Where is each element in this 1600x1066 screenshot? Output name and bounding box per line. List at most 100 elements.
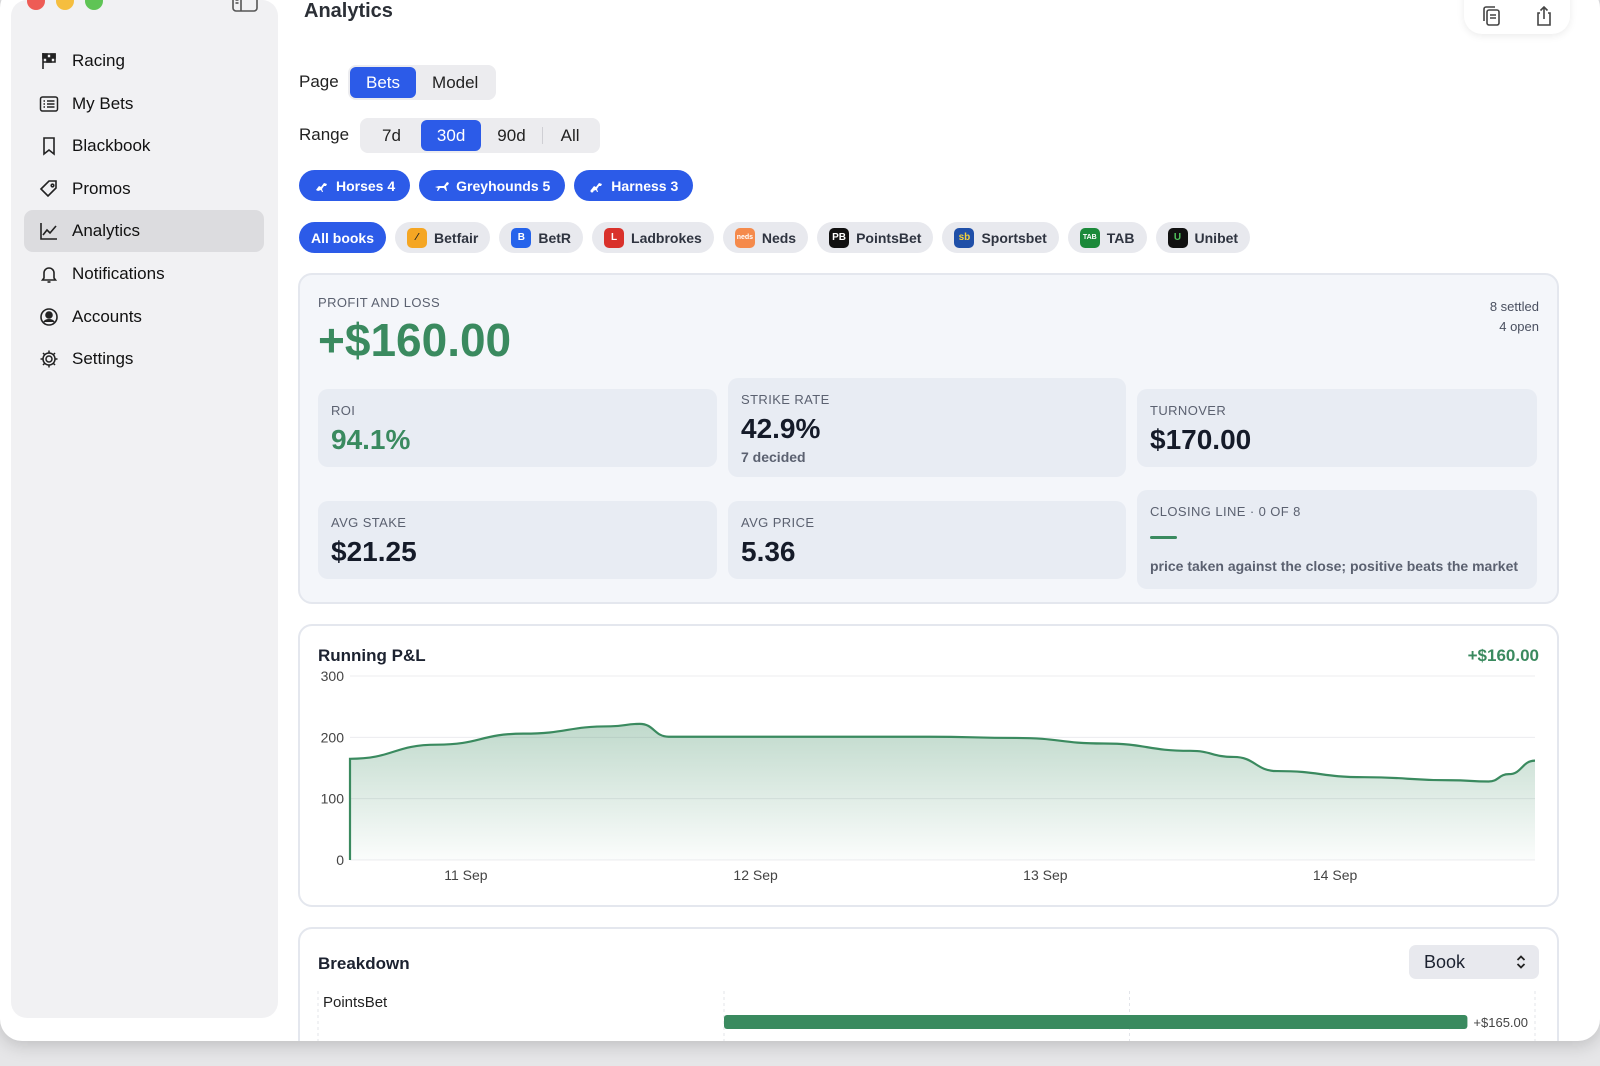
- share-icon[interactable]: [1532, 4, 1556, 28]
- breakdown-chart: PointsBet +$165.00: [317, 991, 1536, 1041]
- sidebar-item-promos[interactable]: Promos: [24, 168, 264, 210]
- tab-logo-icon: TAB: [1079, 227, 1100, 248]
- sidebar-item-label: Racing: [72, 51, 125, 70]
- stat-label: AVG STAKE: [331, 515, 407, 530]
- chip-sportsbet[interactable]: sb Sportsbet: [942, 222, 1059, 253]
- sidebar-toggle-icon[interactable]: [232, 0, 258, 12]
- chip-label: Ladbrokes: [631, 229, 702, 246]
- chip-greyhounds[interactable]: Greyhounds 5: [419, 170, 566, 201]
- close-window-button[interactable]: [27, 0, 45, 10]
- chip-label: All books: [311, 229, 375, 246]
- sidebar-item-label: Notifications: [72, 263, 165, 283]
- zoom-window-button[interactable]: [85, 0, 103, 10]
- minimize-window-button[interactable]: [56, 0, 74, 10]
- sidebar-item-my-bets[interactable]: My Bets: [24, 83, 264, 125]
- stat-avg-stake: AVG STAKE $21.25: [318, 501, 717, 579]
- chip-betr[interactable]: B BetR: [499, 222, 584, 253]
- copy-icon[interactable]: [1479, 4, 1503, 28]
- range-label: Range: [299, 125, 350, 144]
- main-content: Analytics Page Bets Model Range 7d 30d 9…: [278, 0, 1600, 1041]
- horse-icon: [316, 182, 327, 192]
- sidebar-item-label: My Bets: [72, 93, 134, 113]
- chip-label: Unibet: [1194, 229, 1239, 246]
- running-pl-title: Running P&L: [318, 646, 426, 665]
- sidebar: Racing My Bets Blackbook Promos Analytic…: [11, 0, 278, 1018]
- x-tick-label: 12 Sep: [733, 867, 778, 883]
- bell-icon: [40, 267, 58, 283]
- sidebar-item-racing[interactable]: Racing: [24, 40, 264, 82]
- settled-summary: 8 settled 4 open: [1490, 297, 1539, 337]
- chip-label: Harness 3: [611, 177, 679, 194]
- chip-label: Greyhounds 5: [456, 177, 551, 194]
- area-fill: [350, 723, 1535, 860]
- stat-sub: 7 decided: [741, 449, 806, 465]
- chip-harness[interactable]: Harness 3: [574, 170, 694, 201]
- chip-ladbrokes[interactable]: L Ladbrokes: [592, 222, 714, 253]
- sidebar-item-settings[interactable]: Settings: [24, 338, 264, 380]
- stat-value: 42.9%: [741, 413, 821, 444]
- chip-all-books[interactable]: All books: [299, 222, 387, 253]
- sidebar-item-notifications[interactable]: Notifications: [24, 253, 264, 295]
- stat-label: CLOSING LINE · 0 OF 8: [1150, 504, 1301, 519]
- chip-label: PointsBet: [856, 229, 922, 246]
- y-tick-label: 100: [321, 791, 345, 807]
- running-pl-chart: 0 100 200 300 11 Sep 12 Sep 13 Sep 14 Sep: [321, 668, 1536, 883]
- breakdown-value-label: +$165.00: [1473, 1015, 1528, 1030]
- chip-label: Sportsbet: [981, 229, 1047, 246]
- sidebar-nav: Racing My Bets Blackbook Promos Analytic…: [24, 40, 264, 381]
- chip-betfair[interactable]: ⁄ Betfair: [395, 222, 491, 253]
- window-controls: [27, 0, 103, 10]
- sidebar-item-accounts[interactable]: Accounts: [24, 296, 264, 338]
- stat-label: ROI: [331, 403, 356, 418]
- page-label: Page: [299, 72, 339, 91]
- breakdown-title: Breakdown: [318, 954, 410, 973]
- stat-sub: price taken against the close; positive …: [1150, 558, 1519, 574]
- breakdown-group-select[interactable]: Book: [1409, 945, 1539, 979]
- chip-pointsbet[interactable]: PB PointsBet: [817, 222, 934, 253]
- stat-avg-price: AVG PRICE 5.36: [728, 501, 1126, 579]
- x-tick-label: 11 Sep: [444, 867, 488, 883]
- greyhound-icon: [435, 181, 450, 191]
- chip-label: BetR: [538, 229, 572, 246]
- chip-label: Betfair: [434, 229, 479, 246]
- sidebar-item-analytics[interactable]: Analytics: [24, 210, 264, 253]
- stat-strike-rate: STRIKE RATE 42.9% 7 decided: [728, 378, 1126, 477]
- y-tick-label: 300: [321, 668, 345, 684]
- neds-logo-icon: neds: [734, 227, 755, 248]
- person-circle-icon: [40, 307, 58, 326]
- chip-tab[interactable]: TAB TAB: [1067, 222, 1147, 253]
- x-tick-label: 14 Sep: [1313, 867, 1358, 883]
- chip-horses[interactable]: Horses 4: [299, 170, 411, 201]
- chip-label: Neds: [761, 229, 797, 246]
- stat-roi: ROI 94.1%: [318, 389, 717, 467]
- range-option-7d[interactable]: 7d: [362, 120, 421, 151]
- chart-icon: [40, 223, 57, 241]
- range-option-all[interactable]: All: [543, 120, 598, 151]
- range-option-90d[interactable]: 90d: [481, 120, 541, 151]
- stat-label: AVG PRICE: [741, 515, 815, 530]
- stat-value: 5.36: [741, 536, 796, 567]
- sidebar-item-blackbook[interactable]: Blackbook: [24, 125, 264, 167]
- range-option-30d[interactable]: 30d: [420, 120, 482, 151]
- harness-icon: [590, 182, 603, 192]
- breakdown-card: Breakdown Book PointsBet +$165.00: [298, 927, 1559, 1041]
- chip-label: TAB: [1106, 229, 1135, 246]
- unibet-logo-icon: U: [1167, 227, 1188, 248]
- chip-unibet[interactable]: U Unibet: [1155, 222, 1251, 253]
- bookmaker-filters: All books ⁄ Betfair B BetR L Ladbrokes n…: [299, 222, 1251, 253]
- sidebar-item-label: Blackbook: [72, 136, 151, 156]
- running-pl-total: +$160.00: [1467, 646, 1539, 665]
- page-option-bets[interactable]: Bets: [350, 67, 417, 98]
- bookmark-icon: [43, 137, 55, 156]
- app-window: Racing My Bets Blackbook Promos Analytic…: [0, 0, 1600, 1041]
- y-tick-label: 200: [321, 729, 345, 745]
- pl-caption: PROFIT AND LOSS: [318, 295, 441, 310]
- chip-neds[interactable]: neds Neds: [722, 222, 809, 253]
- list-icon: [39, 95, 59, 112]
- closing-line-indicator: [1150, 536, 1177, 539]
- sidebar-item-label: Settings: [72, 349, 134, 369]
- sportsbet-logo-icon: sb: [954, 227, 975, 248]
- toolbar-actions: [1464, 0, 1570, 34]
- page-title: Analytics: [304, 0, 393, 22]
- page-option-model[interactable]: Model: [416, 67, 494, 98]
